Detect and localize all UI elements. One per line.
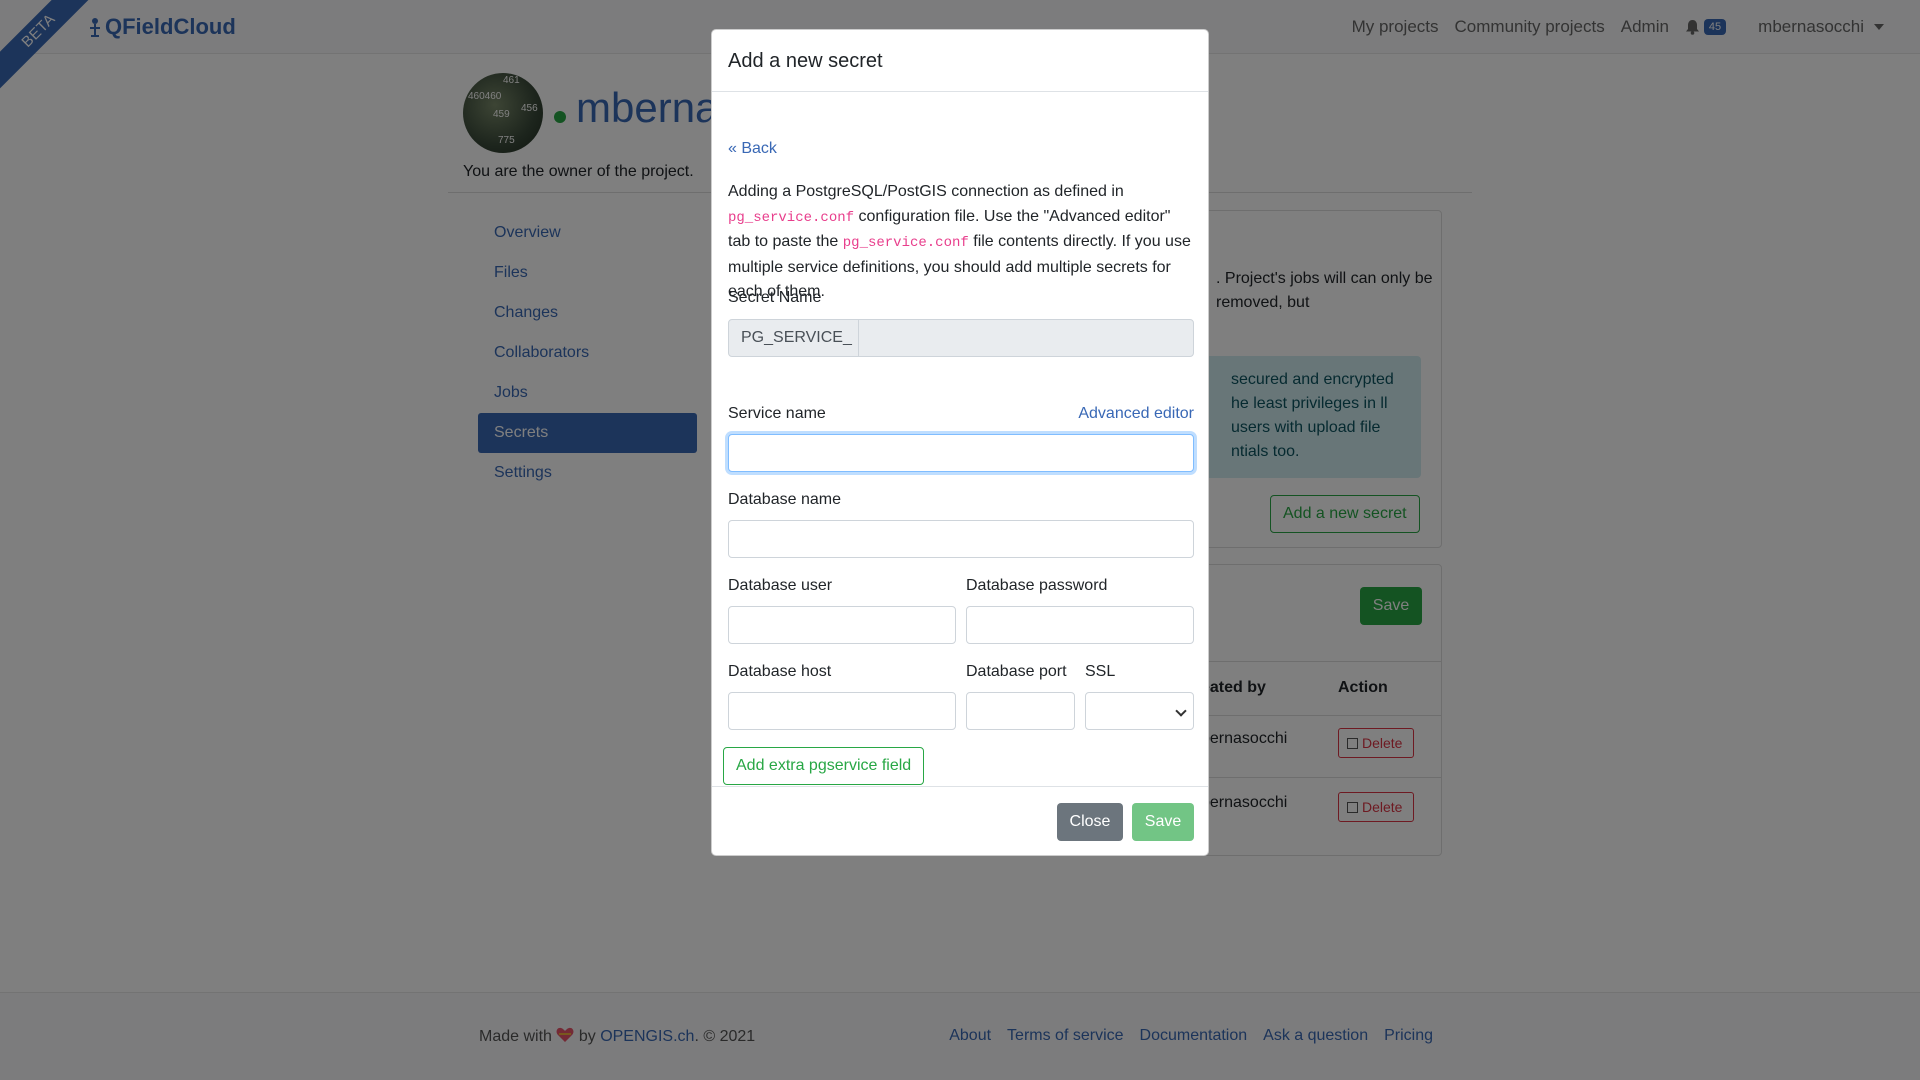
ssl-select[interactable] <box>1085 692 1194 730</box>
modal-title: Add a new secret <box>712 30 1208 92</box>
modal-footer-divider <box>712 786 1208 787</box>
database-password-label: Database password <box>966 577 1108 594</box>
database-port-input[interactable] <box>966 692 1075 730</box>
service-name-label: Service name <box>728 405 826 422</box>
add-secret-modal: Add a new secret « Back Adding a Postgre… <box>711 29 1209 856</box>
modal-description: Adding a PostgreSQL/PostGIS connection a… <box>728 180 1194 305</box>
save-button[interactable]: Save <box>1132 803 1194 841</box>
secret-name-prefix: PG_SERVICE_ <box>729 320 859 356</box>
code-pg-service-conf: pg_service.conf <box>728 209 855 226</box>
chevron-down-icon <box>1175 705 1187 717</box>
database-name-label: Database name <box>728 491 841 508</box>
ssl-label: SSL <box>1085 663 1116 680</box>
database-port-label: Database port <box>966 663 1067 680</box>
close-button[interactable]: Close <box>1057 803 1123 841</box>
database-name-input[interactable] <box>728 520 1194 558</box>
database-user-input[interactable] <box>728 606 956 644</box>
description-text: Adding a PostgreSQL/PostGIS connection a… <box>728 183 1124 200</box>
add-extra-field-button[interactable]: Add extra pgservice field <box>723 747 925 785</box>
database-host-label: Database host <box>728 663 832 680</box>
service-name-input[interactable] <box>728 434 1194 472</box>
database-password-input[interactable] <box>966 606 1194 644</box>
database-host-input[interactable] <box>728 692 956 730</box>
back-link[interactable]: « Back <box>728 140 777 158</box>
code-pg-service-conf: pg_service.conf <box>842 235 969 251</box>
secret-name-field <box>859 320 1193 356</box>
database-user-label: Database user <box>728 577 833 594</box>
advanced-editor-tab[interactable]: Advanced editor <box>1078 405 1194 423</box>
secret-name-label: Secret Name <box>728 289 822 306</box>
secret-name-group: PG_SERVICE_ <box>728 319 1194 357</box>
